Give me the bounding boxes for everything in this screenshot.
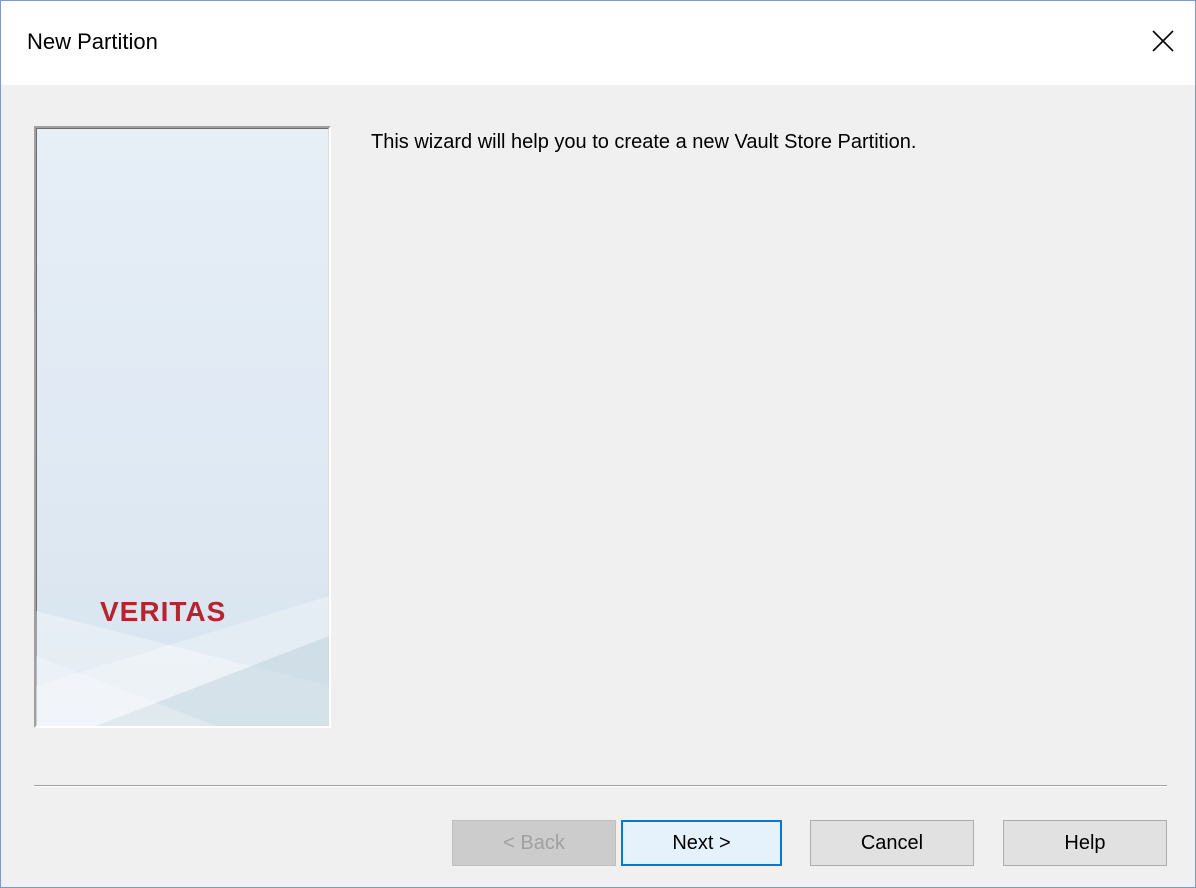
- title-bar: New Partition: [1, 1, 1195, 85]
- cancel-button[interactable]: Cancel: [810, 820, 974, 866]
- next-button[interactable]: Next >: [621, 820, 782, 866]
- wizard-banner-image: VERITAS: [34, 126, 331, 728]
- close-icon: [1152, 30, 1174, 52]
- dialog-title: New Partition: [27, 29, 158, 54]
- help-button[interactable]: Help: [1003, 820, 1167, 866]
- svg-text:VERITAS: VERITAS: [100, 596, 226, 627]
- wizard-dialog: New Partition VERITAS This wizard will h…: [0, 0, 1196, 888]
- wizard-intro-text: This wizard will help you to create a ne…: [371, 131, 917, 153]
- back-button[interactable]: < Back: [452, 820, 616, 866]
- close-button[interactable]: [1141, 19, 1185, 63]
- button-separator: [34, 785, 1167, 787]
- veritas-logo: VERITAS: [100, 594, 270, 633]
